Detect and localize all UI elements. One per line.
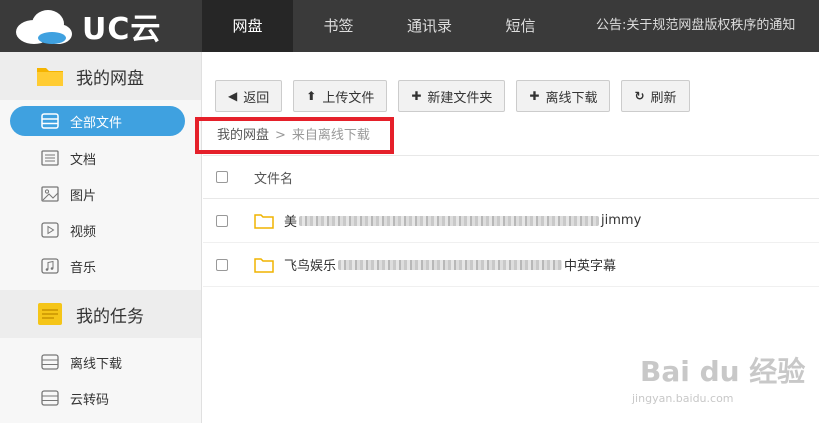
sidebar-item-label: 全部文件: [70, 115, 123, 131]
sidebar-item-label: 云转码: [70, 392, 110, 408]
refresh-icon: ↻: [634, 89, 645, 103]
sidebar-section-disk[interactable]: 我的网盘: [0, 52, 201, 100]
top-bar: UC云 网盘 书签 通讯录 短信 公告:关于规范网盘版权秩序的通知: [0, 0, 819, 52]
sidebar-item-cloud-transcode[interactable]: 云转码: [0, 380, 201, 416]
sidebar-item-label: 图片: [70, 188, 97, 204]
upload-icon: ⬆: [306, 89, 317, 103]
logo-text: UC云: [82, 12, 162, 47]
folder-icon: [254, 257, 274, 273]
breadcrumb-root[interactable]: 我的网盘: [217, 128, 269, 143]
document-icon: [40, 149, 60, 167]
sidebar-item-label: 离线下载: [70, 356, 123, 372]
refresh-button[interactable]: ↻ 刷新: [621, 80, 690, 112]
file-name-prefix: 飞鸟娱乐: [284, 259, 337, 274]
toolbar: ◀ 返回 ⬆ 上传文件 ✚ 新建文件夹 ✚ 离线下载 ↻ 刷新: [215, 80, 690, 112]
sidebar-item-documents[interactable]: 文档: [0, 140, 201, 176]
file-name-prefix: 美: [284, 215, 298, 230]
sidebar: 我的网盘 全部文件 文档 图片 视频 音乐 我的任务 离线下载 云转码: [0, 52, 202, 423]
table-row[interactable]: 飞鸟娱乐 中英字幕: [203, 243, 819, 287]
sidebar-item-images[interactable]: 图片: [0, 176, 201, 212]
refresh-button-label: 刷新: [650, 90, 677, 106]
sidebar-item-label: 音乐: [70, 260, 97, 276]
sidebar-section-title: 我的任务: [76, 306, 144, 327]
row-checkbox[interactable]: [216, 258, 228, 271]
file-name[interactable]: 飞鸟娱乐 中英字幕: [284, 255, 616, 274]
blurred-text: [299, 215, 600, 226]
image-icon: [40, 185, 60, 203]
task-notepad-icon: [38, 303, 62, 325]
offline-download-button-label: 离线下载: [545, 90, 598, 106]
file-table-header: 文件名: [203, 155, 819, 199]
sidebar-item-music[interactable]: 音乐: [0, 248, 201, 284]
watermark-url: jingyan.baidu.com: [632, 392, 734, 405]
list-icon: [40, 389, 60, 407]
nav-tab-sms[interactable]: 短信: [475, 0, 566, 52]
blurred-text: [338, 259, 563, 270]
column-header-filename[interactable]: 文件名: [254, 168, 293, 187]
new-folder-button[interactable]: ✚ 新建文件夹: [398, 80, 506, 112]
nav-tab-bookmarks[interactable]: 书签: [293, 0, 384, 52]
file-name[interactable]: 美 jimmy: [284, 211, 641, 230]
breadcrumb: 我的网盘 > 来自离线下载: [217, 124, 370, 143]
back-button[interactable]: ◀ 返回: [215, 80, 283, 112]
sidebar-section-tasks[interactable]: 我的任务: [0, 290, 201, 338]
sidebar-item-label: 视频: [70, 224, 97, 240]
plus-icon: ✚: [411, 89, 422, 103]
video-icon: [40, 221, 60, 239]
new-folder-button-label: 新建文件夹: [427, 90, 493, 106]
select-all-checkbox[interactable]: [216, 171, 228, 183]
back-button-label: 返回: [243, 90, 270, 106]
music-icon: [40, 257, 60, 275]
folder-icon: [254, 213, 274, 229]
nav-tab-contacts[interactable]: 通讯录: [384, 0, 475, 52]
folder-icon: [37, 68, 63, 86]
offline-download-button[interactable]: ✚ 离线下载: [516, 80, 611, 112]
upload-button-label: 上传文件: [322, 90, 375, 106]
nav-tab-disk[interactable]: 网盘: [202, 0, 293, 52]
table-row[interactable]: 美 jimmy: [203, 199, 819, 243]
sidebar-item-videos[interactable]: 视频: [0, 212, 201, 248]
file-name-suffix: jimmy: [601, 213, 642, 228]
breadcrumb-separator: >: [275, 128, 286, 143]
cloud-logo-icon: [16, 10, 72, 44]
notice-link[interactable]: 公告:关于规范网盘版权秩序的通知: [596, 0, 819, 52]
list-icon: [40, 112, 60, 130]
plus-icon: ✚: [529, 89, 540, 103]
upload-button[interactable]: ⬆ 上传文件: [293, 80, 388, 112]
sidebar-section-title: 我的网盘: [76, 68, 144, 89]
list-icon: [40, 353, 60, 371]
row-checkbox[interactable]: [216, 214, 228, 227]
sidebar-item-offline-download[interactable]: 离线下载: [0, 344, 201, 380]
file-name-suffix: 中英字幕: [564, 259, 617, 274]
arrow-left-icon: ◀: [228, 89, 238, 103]
watermark-text: Bai du 经验: [640, 355, 806, 388]
sidebar-item-label: 文档: [70, 152, 97, 168]
breadcrumb-current: 来自离线下载: [291, 128, 370, 143]
logo[interactable]: UC云: [12, 4, 182, 48]
main-nav: 网盘 书签 通讯录 短信: [202, 0, 566, 52]
sidebar-item-all-files[interactable]: 全部文件: [10, 106, 185, 136]
